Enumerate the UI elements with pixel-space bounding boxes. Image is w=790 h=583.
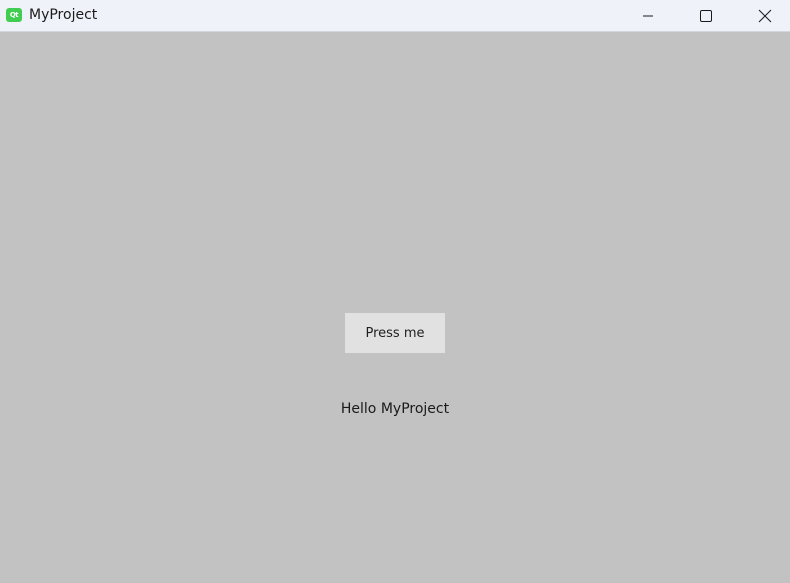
press-me-button[interactable]: Press me	[345, 313, 445, 353]
qt-logo-icon: Qt	[6, 8, 22, 22]
window-title: MyProject	[29, 7, 98, 23]
minimize-icon	[643, 15, 653, 16]
minimize-button[interactable]	[625, 0, 671, 31]
title-bar[interactable]: Qt MyProject	[0, 0, 790, 32]
hello-label: Hello MyProject	[340, 401, 450, 417]
close-button[interactable]	[742, 0, 788, 31]
maximize-icon	[700, 9, 712, 22]
close-icon	[758, 9, 772, 22]
app-window: Qt MyProject Press me Hello MyProject	[0, 0, 790, 583]
maximize-button[interactable]	[683, 0, 729, 31]
